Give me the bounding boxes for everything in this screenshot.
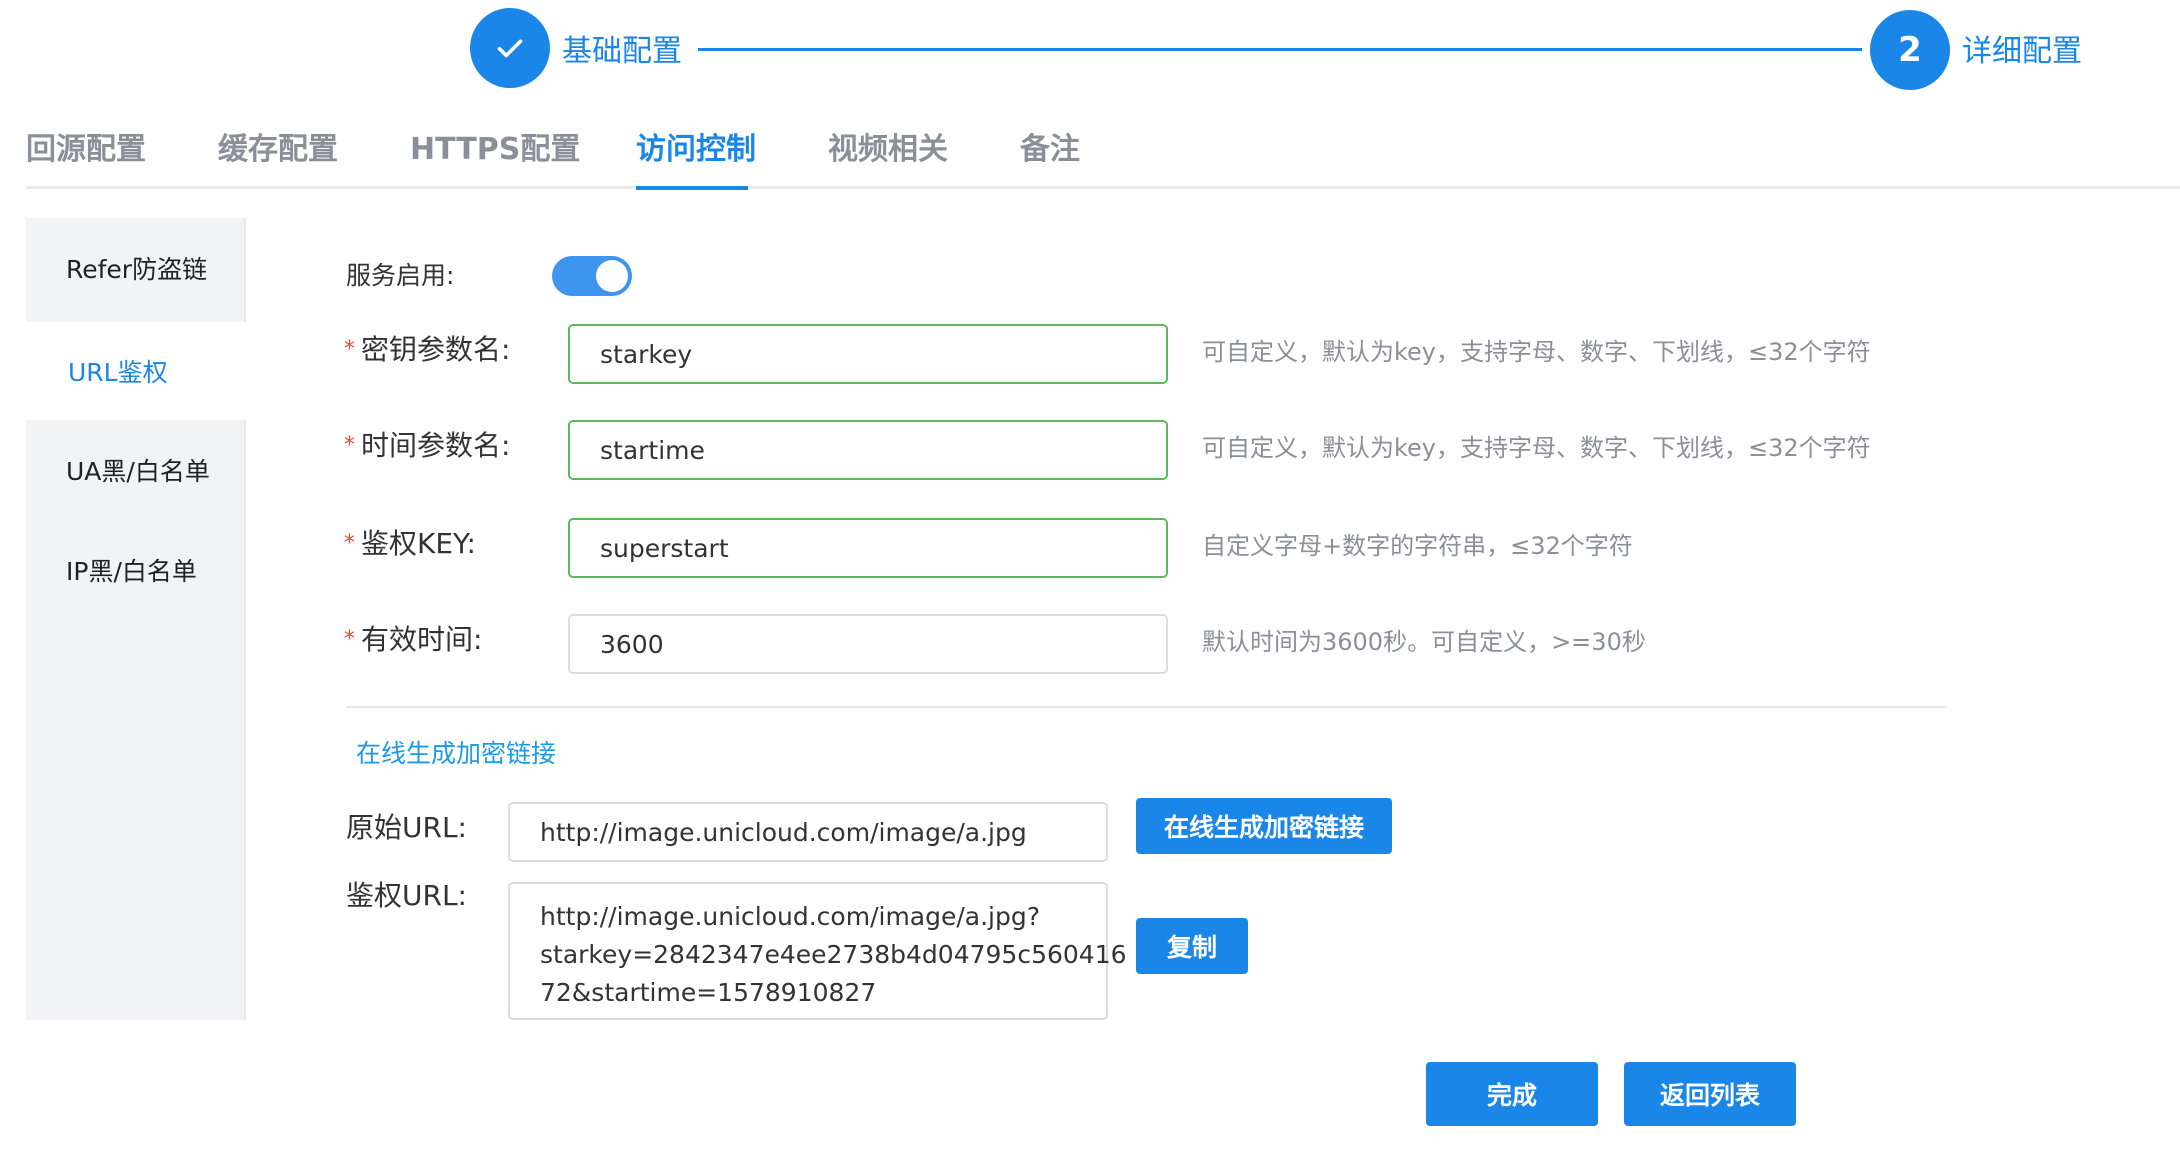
toggle-knob bbox=[596, 260, 628, 292]
step-2-label: 详细配置 bbox=[1962, 34, 2082, 69]
tab-access-control[interactable]: 访问控制 bbox=[636, 124, 756, 176]
valid-time-label: * 有效时间: bbox=[344, 623, 483, 656]
key-param-hint: 可自定义，默认为key，支持字母、数字、下划线，≤32个字符 bbox=[1202, 338, 1871, 366]
valid-time-hint: 默认时间为3600秒。可自定义，>=30秒 bbox=[1202, 628, 1646, 656]
back-to-list-button[interactable]: 返回列表 bbox=[1624, 1062, 1796, 1126]
step-2-number: 2 bbox=[1870, 10, 1950, 90]
time-param-hint: 可自定义，默认为key，支持字母、数字、下划线，≤32个字符 bbox=[1202, 434, 1871, 462]
auth-url-label: 鉴权URL: bbox=[346, 879, 467, 912]
step-connector bbox=[698, 48, 1862, 51]
active-tab-indicator bbox=[636, 186, 748, 190]
tab-cache[interactable]: 缓存配置 bbox=[218, 124, 338, 176]
menu-item-ua-list[interactable]: UA黑/白名单 bbox=[26, 420, 246, 520]
menu-item-refer[interactable]: Refer防盗链 bbox=[26, 218, 246, 318]
key-param-label-text: 密钥参数名: bbox=[361, 333, 511, 366]
tab-origin[interactable]: 回源配置 bbox=[26, 124, 146, 176]
section-divider bbox=[346, 706, 1946, 708]
auth-url-line-3: 72&startime=1578910827 bbox=[540, 978, 877, 1007]
origin-url-input[interactable]: http://image.unicloud.com/image/a.jpg bbox=[508, 802, 1108, 862]
generate-link-button[interactable]: 在线生成加密链接 bbox=[1136, 798, 1392, 854]
tab-divider bbox=[26, 186, 2180, 189]
key-param-input[interactable]: starkey bbox=[568, 324, 1168, 384]
auth-url-output[interactable]: http://image.unicloud.com/image/a.jpg? s… bbox=[508, 882, 1127, 1020]
generate-section-link[interactable]: 在线生成加密链接 bbox=[356, 734, 556, 770]
origin-url-label: 原始URL: bbox=[346, 811, 467, 844]
valid-time-label-text: 有效时间: bbox=[361, 623, 483, 656]
step-1-label: 基础配置 bbox=[562, 34, 682, 69]
finish-button[interactable]: 完成 bbox=[1426, 1062, 1598, 1126]
tab-https[interactable]: HTTPS配置 bbox=[410, 124, 580, 176]
menu-item-ip-list[interactable]: IP黑/白名单 bbox=[26, 520, 246, 620]
time-param-input[interactable]: startime bbox=[568, 420, 1168, 480]
auth-key-label: * 鉴权KEY: bbox=[344, 527, 476, 560]
auth-url-line-2: starkey=2842347e4ee2738b4d04795c560416 bbox=[540, 940, 1127, 969]
time-param-label-text: 时间参数名: bbox=[361, 429, 511, 462]
time-param-label: * 时间参数名: bbox=[344, 429, 511, 462]
auth-url-line-1: http://image.unicloud.com/image/a.jpg? bbox=[540, 902, 1041, 931]
copy-button[interactable]: 复制 bbox=[1136, 918, 1248, 974]
tab-video[interactable]: 视频相关 bbox=[828, 124, 948, 176]
auth-key-label-text: 鉴权KEY: bbox=[361, 527, 476, 560]
valid-time-input[interactable]: 3600 bbox=[568, 614, 1168, 674]
auth-key-input[interactable]: superstart bbox=[568, 518, 1168, 578]
key-param-label: * 密钥参数名: bbox=[344, 333, 511, 366]
service-enabled-toggle[interactable] bbox=[552, 256, 632, 296]
menu-item-url-auth[interactable]: URL鉴权 bbox=[26, 322, 246, 420]
step-1-done-icon bbox=[470, 8, 550, 88]
auth-key-hint: 自定义字母+数字的字符串，≤32个字符 bbox=[1202, 532, 1633, 560]
service-enabled-label: 服务启用: bbox=[346, 261, 455, 290]
check-icon bbox=[497, 39, 523, 58]
tab-notes[interactable]: 备注 bbox=[1020, 124, 1080, 176]
